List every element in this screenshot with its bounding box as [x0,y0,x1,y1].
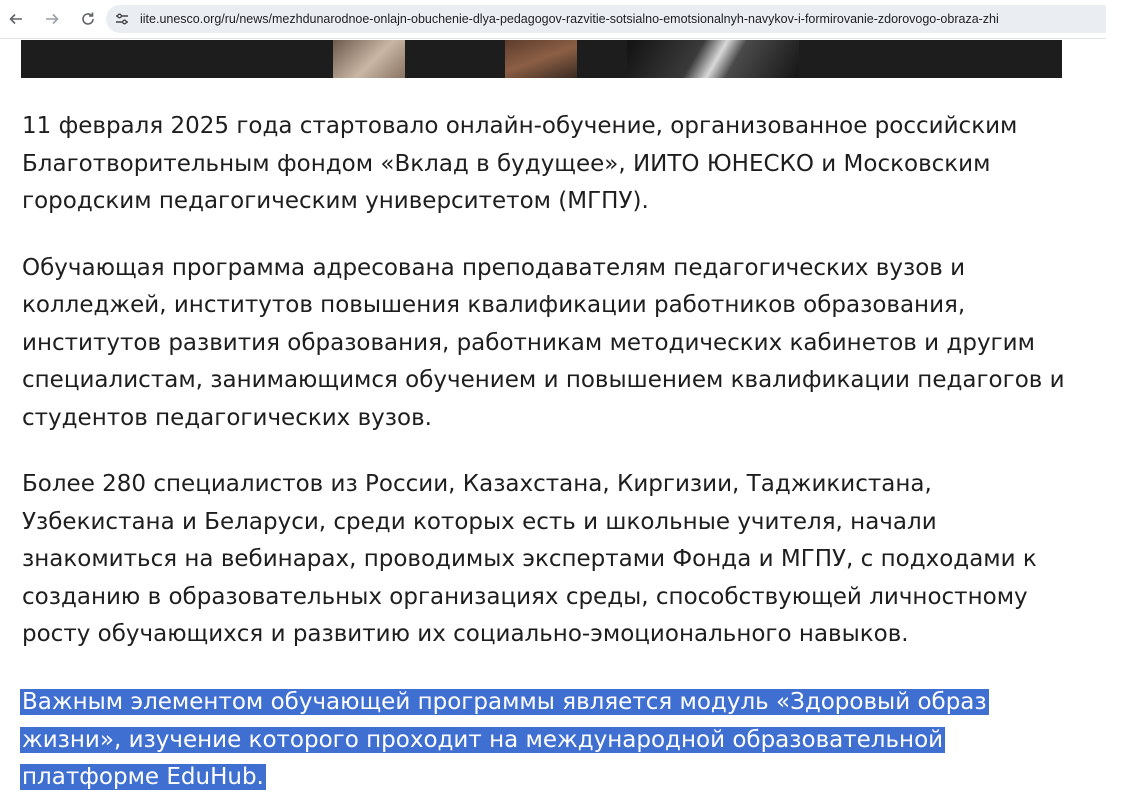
page-scrollbar[interactable] [1106,38,1128,755]
article-paragraph: Обучающая программа адресована преподава… [22,254,1065,431]
video-conference-image [21,40,1062,78]
reload-icon[interactable] [75,6,101,32]
selected-text[interactable]: Важным элементом обучающей программы явл… [20,689,989,790]
site-info-icon[interactable] [114,11,130,27]
participant-thumbnail [333,40,405,78]
article-body: 11 февраля 2025 года стартовало онлайн-о… [22,108,1072,683]
participant-thumbnail [505,40,577,78]
back-arrow-icon[interactable] [3,6,29,32]
article-paragraph: Более 280 специалистов из России, Казахс… [22,471,1037,647]
participant-thumbnail [627,40,799,78]
article-paragraph: 11 февраля 2025 года стартовало онлайн-о… [22,113,1018,214]
address-bar[interactable]: iite.unesco.org/ru/news/mezhdunarodnoe-o… [106,5,1106,33]
forward-arrow-icon[interactable] [39,6,65,32]
browser-toolbar: iite.unesco.org/ru/news/mezhdunarodnoe-o… [0,0,1128,39]
highlighted-paragraph: Важным элементом обучающей программы явл… [20,684,1040,797]
url-text: iite.unesco.org/ru/news/mezhdunarodnoe-o… [140,12,999,26]
